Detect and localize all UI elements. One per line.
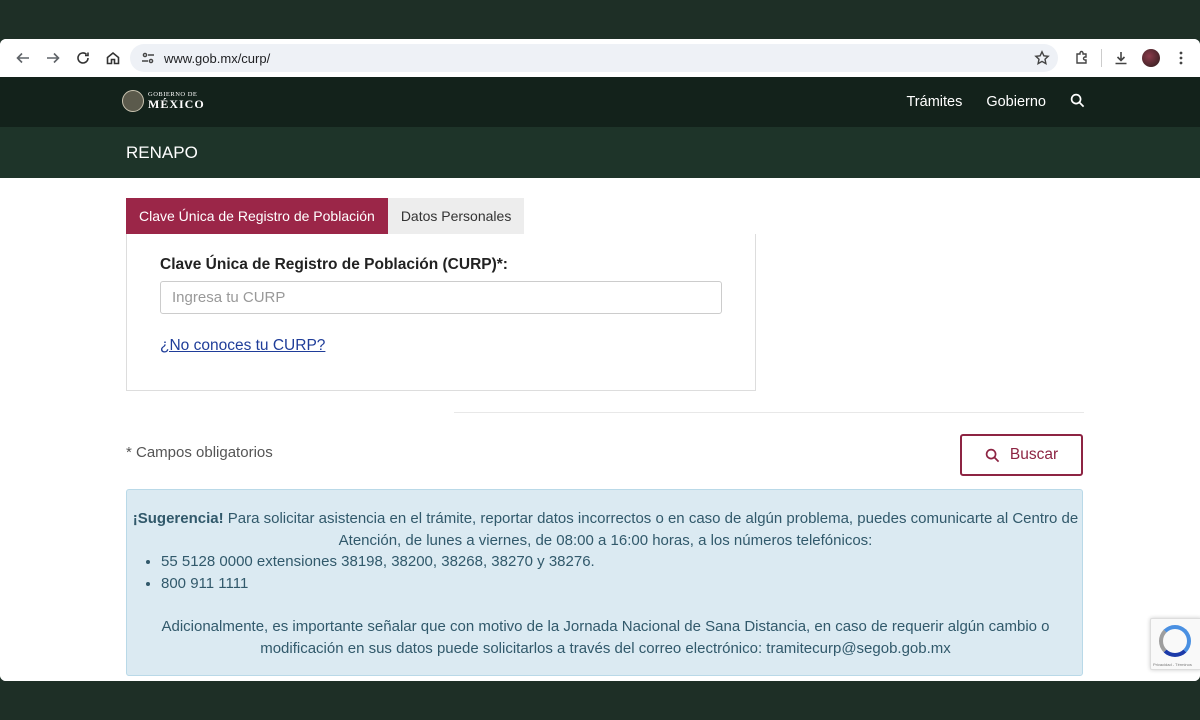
alert-paragraph-1: ¡Sugerencia! Para solicitar asistencia e… xyxy=(127,508,1084,552)
bookmark-star-icon[interactable] xyxy=(1034,50,1050,71)
divider xyxy=(454,412,1084,413)
recaptcha-badge[interactable]: Privacidad - Términos xyxy=(1150,618,1200,670)
tab-datos-personales[interactable]: Datos Personales xyxy=(387,198,525,234)
sugerencia-alert: ¡Sugerencia! Para solicitar asistencia e… xyxy=(126,489,1083,676)
page-section-title: RENAPO xyxy=(126,142,198,162)
browser-toolbar: www.gob.mx/curp/ xyxy=(0,39,1200,77)
curp-input[interactable]: Ingresa tu CURP xyxy=(160,281,722,314)
sub-header: RENAPO xyxy=(0,127,1200,178)
curp-form-panel: Clave Única de Registro de Población (CU… xyxy=(126,234,756,391)
phone-item: 55 5128 0000 extensiones 38198, 38200, 3… xyxy=(161,551,595,573)
alert-title: ¡Sugerencia! xyxy=(132,510,224,527)
recaptcha-footer[interactable]: Privacidad - Términos xyxy=(1153,662,1192,667)
alert-text-1: Para solicitar asistencia en el trámite,… xyxy=(223,510,1079,549)
logo-line-2: MÉXICO xyxy=(148,97,205,112)
reload-icon[interactable] xyxy=(68,43,98,73)
profile-avatar[interactable] xyxy=(1136,43,1166,73)
alert-paragraph-2: Adicionalmente, es importante señalar qu… xyxy=(161,618,1050,657)
tab-curp[interactable]: Clave Única de Registro de Población xyxy=(126,198,388,234)
gobierno-mexico-logo[interactable]: GOBIERNO DE MÉXICO xyxy=(122,90,205,112)
back-icon[interactable] xyxy=(8,43,38,73)
menu-dots-icon[interactable] xyxy=(1166,43,1196,73)
search-icon xyxy=(985,448,1000,462)
address-bar[interactable]: www.gob.mx/curp/ xyxy=(130,44,1058,72)
nav-gobierno[interactable]: Gobierno xyxy=(986,94,1046,110)
nav-tramites[interactable]: Trámites xyxy=(906,94,962,110)
required-fields-note: * Campos obligatorios xyxy=(126,444,273,461)
download-icon[interactable] xyxy=(1106,43,1136,73)
no-conoces-curp-link[interactable]: ¿No conoces tu CURP? xyxy=(160,337,325,355)
browser-window: www.gob.mx/curp/ GOBIERNO DE MÉXICO Trám… xyxy=(0,39,1200,681)
toolbar-divider xyxy=(1101,49,1102,67)
curp-placeholder: Ingresa tu CURP xyxy=(172,289,286,306)
national-seal-icon xyxy=(122,90,144,112)
curp-label: Clave Única de Registro de Población (CU… xyxy=(160,256,508,273)
gov-nav: Trámites Gobierno xyxy=(906,77,1085,127)
phone-list: 55 5128 0000 extensiones 38198, 38200, 3… xyxy=(161,551,595,595)
url-text[interactable]: www.gob.mx/curp/ xyxy=(164,51,270,66)
site-settings-icon[interactable] xyxy=(134,51,162,65)
recaptcha-icon xyxy=(1159,625,1191,657)
phone-item: 800 911 1111 xyxy=(161,573,595,595)
buscar-label: Buscar xyxy=(1009,446,1059,463)
tab-bar: Clave Única de Registro de Población Dat… xyxy=(126,198,525,234)
main-content: Clave Única de Registro de Población Dat… xyxy=(0,178,1200,681)
search-icon[interactable] xyxy=(1070,93,1085,112)
home-icon[interactable] xyxy=(98,43,128,73)
gov-header: GOBIERNO DE MÉXICO Trámites Gobierno xyxy=(0,77,1200,127)
forward-icon[interactable] xyxy=(38,43,68,73)
buscar-button[interactable]: Buscar xyxy=(960,434,1083,476)
extensions-icon[interactable] xyxy=(1067,43,1097,73)
